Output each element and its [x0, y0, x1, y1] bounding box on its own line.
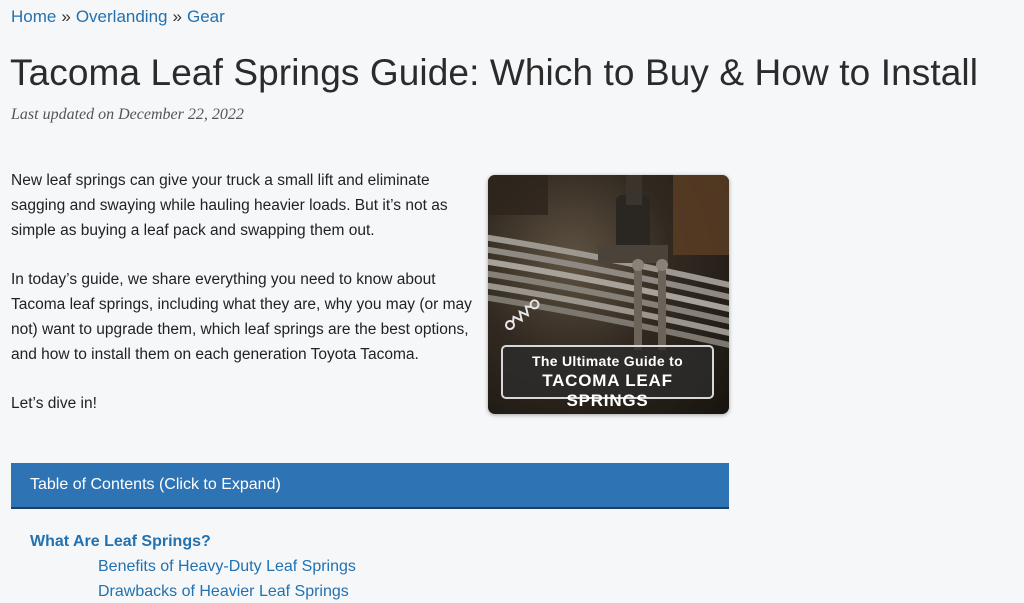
toc-link-benefits[interactable]: Benefits of Heavy-Duty Leaf Springs	[98, 557, 730, 577]
image-caption-line1: The Ultimate Guide to	[532, 353, 683, 369]
page-title: Tacoma Leaf Springs Guide: Which to Buy …	[10, 52, 979, 93]
toc-link-what-are-leaf-springs[interactable]: What Are Leaf Springs?	[30, 532, 730, 552]
breadcrumb-gear-link[interactable]: Gear	[187, 7, 225, 26]
last-updated-date: Last updated on December 22, 2022	[11, 106, 244, 123]
toc-header-label: Table of Contents (Click to Expand)	[30, 476, 281, 493]
breadcrumb-home-link[interactable]: Home	[11, 7, 56, 26]
breadcrumb-separator: »	[172, 7, 182, 26]
intro-text: New leaf springs can give your truck a s…	[11, 168, 481, 440]
featured-image[interactable]: The Ultimate Guide to TACOMA LEAF SPRING…	[488, 175, 729, 414]
page: Home» Overlanding» Gear Tacoma Leaf Spring…	[0, 0, 1024, 603]
image-caption-banner: The Ultimate Guide to TACOMA LEAF SPRING…	[501, 345, 714, 410]
image-caption-line2: TACOMA LEAF SPRINGS	[542, 371, 673, 410]
breadcrumb-separator: »	[61, 7, 71, 26]
toc-list: What Are Leaf Springs? Benefits of Heavy…	[30, 532, 730, 603]
toc-link-drawbacks[interactable]: Drawbacks of Heavier Leaf Springs	[98, 582, 730, 602]
breadcrumb: Home» Overlanding» Gear	[11, 7, 225, 27]
toc-toggle-button[interactable]: Table of Contents (Click to Expand)	[11, 463, 729, 509]
intro-paragraph: New leaf springs can give your truck a s…	[11, 172, 448, 239]
breadcrumb-overlanding-link[interactable]: Overlanding	[76, 7, 168, 26]
intro-paragraph: Let’s dive in!	[11, 395, 97, 412]
intro-paragraph: In today’s guide, we share everything yo…	[11, 271, 472, 363]
